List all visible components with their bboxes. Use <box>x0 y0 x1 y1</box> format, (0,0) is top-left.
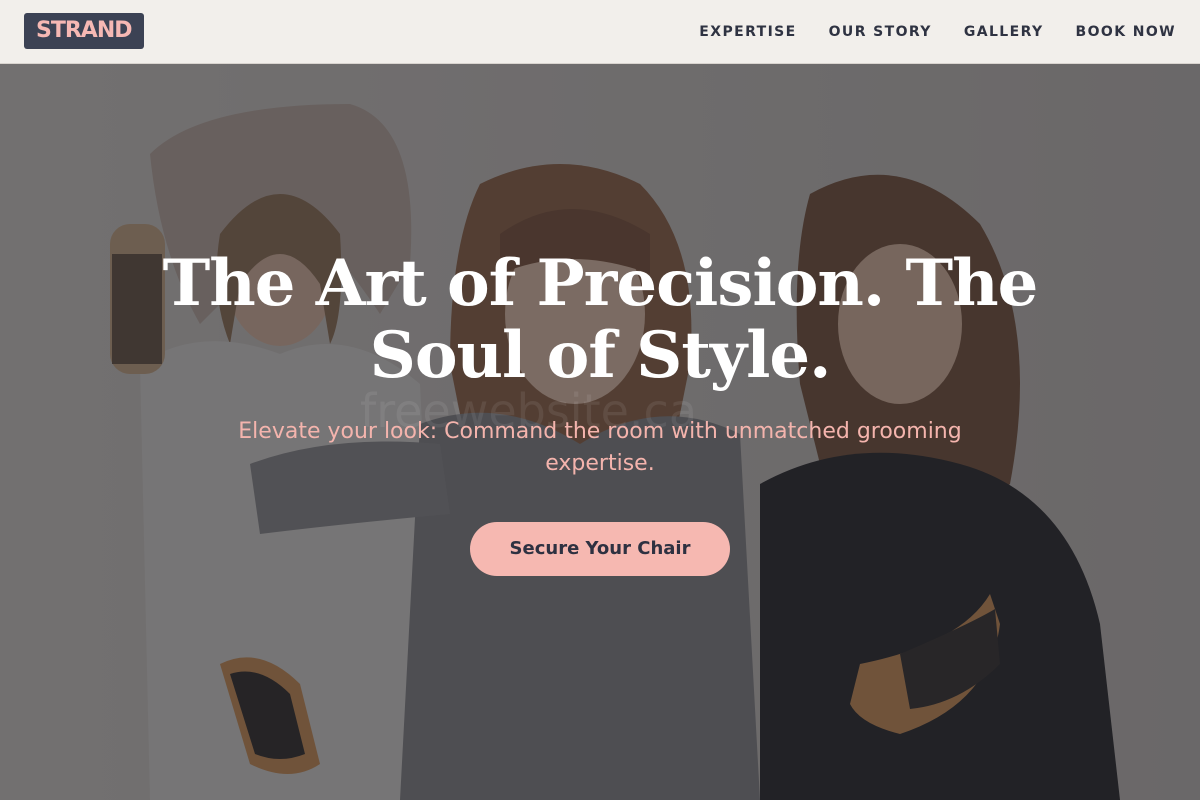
brand-logo[interactable]: STRAND <box>24 13 144 49</box>
site-header: STRAND EXPERTISE OUR STORY GALLERY BOOK … <box>0 0 1200 64</box>
nav-link-expertise[interactable]: EXPERTISE <box>699 24 796 40</box>
nav-link-book-now[interactable]: BOOK NOW <box>1076 24 1176 40</box>
hero-section: freewebsite.ca The Art of Precision. The… <box>0 64 1200 800</box>
nav-link-gallery[interactable]: GALLERY <box>964 24 1044 40</box>
brand-logo-text: STRAND <box>36 18 132 43</box>
hero-subtitle: Elevate your look: Command the room with… <box>238 419 962 476</box>
hero-content: The Art of Precision. The Soul of Style.… <box>0 248 1200 576</box>
hero-title: The Art of Precision. The Soul of Style. <box>162 246 1039 393</box>
secure-your-chair-button[interactable]: Secure Your Chair <box>469 522 731 576</box>
nav-link-our-story[interactable]: OUR STORY <box>829 24 932 40</box>
main-nav: EXPERTISE OUR STORY GALLERY BOOK NOW <box>699 0 1176 64</box>
